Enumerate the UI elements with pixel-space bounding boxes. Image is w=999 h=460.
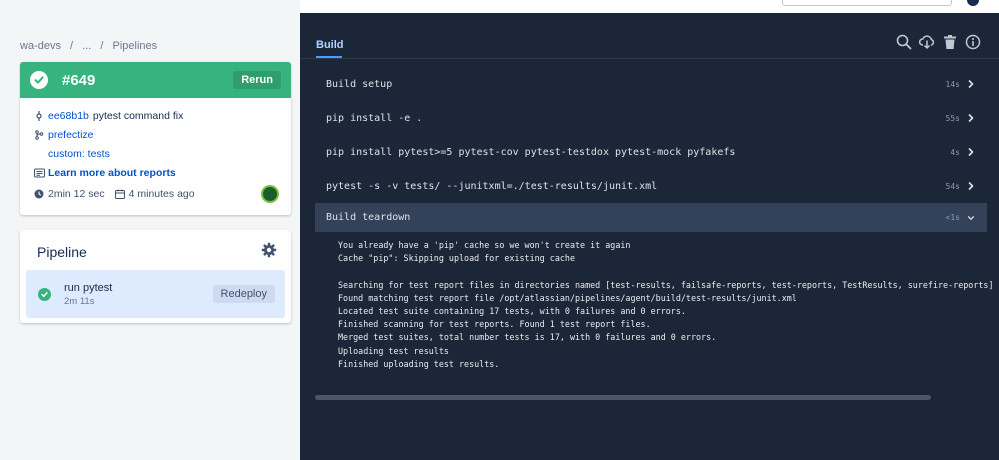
search-icon[interactable]	[896, 34, 912, 50]
breadcrumb-workspace[interactable]: wa-devs	[20, 40, 61, 52]
chevron-right-icon	[968, 147, 974, 157]
report-icon	[34, 168, 48, 178]
commit-icon	[34, 110, 48, 121]
reports-row: Learn more about reports	[34, 163, 279, 182]
step-time: 4s	[950, 147, 960, 157]
breadcrumb-ellipsis[interactable]: ...	[82, 40, 91, 52]
log-line: Found matching test report file /opt/atl…	[338, 292, 797, 303]
build-step-row-expanded[interactable]: Build teardown <1s	[315, 203, 987, 232]
log-line: You already have a 'pip' cache so we won…	[338, 240, 631, 250]
build-step-row[interactable]: pip install -e . 55s	[315, 101, 987, 135]
breadcrumb-separator: /	[70, 40, 74, 52]
download-icon[interactable]	[918, 34, 935, 50]
step-name: run pytest	[64, 282, 113, 294]
log-output: You already have a 'pip' cache so we won…	[338, 239, 999, 371]
log-line: Located test suite containing 17 tests, …	[338, 306, 686, 317]
log-line: Finished scanning for test reports. Foun…	[338, 319, 651, 330]
chevron-down-icon	[967, 215, 975, 221]
step-command: pip install pytest>=5 pytest-cov pytest-…	[326, 146, 736, 158]
learn-reports-link[interactable]: Learn more about reports	[48, 167, 176, 179]
redeploy-button[interactable]: Redeploy	[212, 285, 275, 303]
build-log-panel: Build Build setup 14s pip install -e . 5…	[300, 13, 999, 460]
rerun-button[interactable]: Rerun	[233, 71, 281, 89]
step-time: 14s	[945, 79, 960, 89]
pipeline-title: Pipeline	[37, 244, 87, 260]
build-started: 4 minutes ago	[128, 187, 195, 200]
build-step-row[interactable]: pytest -s -v tests/ --junitxml=./test-re…	[315, 169, 987, 203]
timing-row: 2min 12 sec 4 minutes ago	[34, 184, 279, 203]
top-search-field-fragment[interactable]	[782, 0, 952, 6]
build-status-header: #649 Rerun	[20, 62, 291, 98]
branch-link[interactable]: prefectize	[48, 129, 94, 141]
log-line: Finished uploading test results.	[338, 358, 500, 369]
step-time: 55s	[945, 113, 960, 123]
step-command: Build teardown	[326, 212, 411, 223]
branch-icon	[34, 129, 48, 140]
breadcrumb-separator: /	[100, 40, 104, 52]
pipeline-type-link[interactable]: custom: tests	[48, 148, 110, 160]
step-success-icon	[38, 288, 51, 301]
build-number: #649	[62, 71, 96, 89]
info-icon[interactable]	[965, 34, 981, 50]
log-line: Merged test suites, total number tests i…	[338, 332, 717, 343]
pipeline-type-row: custom: tests	[34, 144, 279, 163]
calendar-icon	[114, 189, 129, 199]
left-panel: wa-devs / ... / Pipelines #649 Rerun ee6…	[0, 0, 300, 460]
horizontal-scrollbar[interactable]	[315, 395, 931, 400]
commit-row: ee68b1b pytest command fix	[34, 106, 279, 125]
build-duration: 2min 12 sec	[48, 187, 105, 200]
step-duration: 2m 11s	[64, 296, 95, 307]
chevron-right-icon	[968, 113, 974, 123]
pipeline-step-item[interactable]: run pytest 2m 11s Redeploy	[26, 270, 285, 318]
chevron-right-icon	[968, 181, 974, 191]
top-avatar-fragment[interactable]	[967, 0, 979, 6]
delete-icon[interactable]	[942, 34, 958, 50]
commit-message: pytest command fix	[92, 109, 184, 122]
clock-icon	[34, 189, 48, 199]
log-line: Cache "pip": Skipping upload for existin…	[338, 253, 575, 264]
tab-build[interactable]: Build	[316, 39, 344, 51]
step-command: pip install -e .	[326, 112, 423, 124]
breadcrumb-current[interactable]: Pipelines	[113, 40, 158, 52]
step-command: pytest -s -v tests/ --junitxml=./test-re…	[326, 180, 658, 192]
commit-hash-link[interactable]: ee68b1b	[48, 110, 89, 122]
chevron-right-icon	[968, 79, 974, 89]
build-details: ee68b1b pytest command fix prefectize cu…	[20, 98, 291, 203]
breadcrumb: wa-devs / ... / Pipelines	[20, 40, 163, 52]
success-check-icon	[30, 71, 48, 89]
tabs-divider	[300, 58, 999, 59]
build-steps-list: Build setup 14s pip install -e . 55s pip…	[315, 67, 987, 232]
build-card: #649 Rerun ee68b1b pytest command fix pr…	[20, 62, 291, 215]
step-command: Build setup	[326, 78, 393, 90]
author-avatar[interactable]	[261, 184, 279, 203]
build-step-row[interactable]: Build setup 14s	[315, 67, 987, 101]
log-line: ​	[338, 265, 999, 278]
branch-row: prefectize	[34, 125, 279, 144]
step-time: 54s	[945, 181, 960, 191]
step-time: <1s	[945, 213, 960, 222]
gear-icon[interactable]	[261, 242, 277, 258]
build-step-row[interactable]: pip install pytest>=5 pytest-cov pytest-…	[315, 135, 987, 169]
log-line: Searching for test report files in direc…	[338, 279, 999, 290]
log-line: Uploading test results	[338, 345, 449, 356]
pipeline-card: Pipeline run pytest 2m 11s Redeploy	[20, 230, 291, 323]
